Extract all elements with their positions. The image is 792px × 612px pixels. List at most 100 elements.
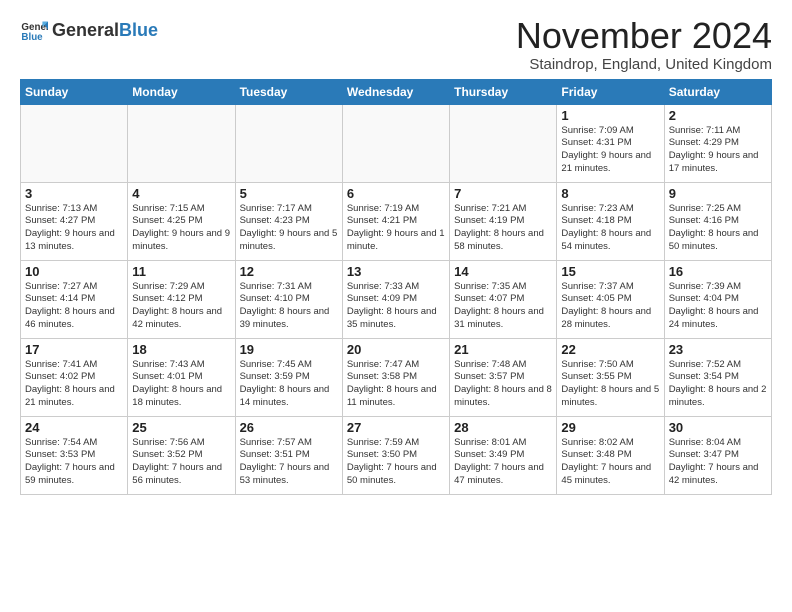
day-number: 17	[25, 342, 123, 357]
table-row: 9Sunrise: 7:25 AM Sunset: 4:16 PM Daylig…	[664, 182, 771, 260]
cell-text: Sunrise: 7:19 AM Sunset: 4:21 PM Dayligh…	[347, 203, 445, 254]
calendar-week-row: 3Sunrise: 7:13 AM Sunset: 4:27 PM Daylig…	[21, 182, 772, 260]
table-row: 16 Sunrise: 7:39 AM Sunset: 4:04 PM Dayli…	[664, 260, 771, 338]
day-number: 3	[25, 186, 123, 201]
calendar-header-row: Sunday Monday Tuesday Wednesday Thursday…	[21, 79, 772, 104]
day-number: 14	[454, 264, 552, 279]
table-row: 18 Sunrise: 7:43 AM Sunset: 4:01 PM Dayli…	[128, 338, 235, 416]
day-number: 7	[454, 186, 552, 201]
cell-text: Sunrise: 7:17 AM Sunset: 4:23 PM Dayligh…	[240, 203, 338, 254]
cell-text: Sunrise: 7:27 AM Sunset: 4:14 PM Dayligh…	[25, 281, 123, 332]
day-number: 26	[240, 420, 338, 435]
table-row: 15 Sunrise: 7:37 AM Sunset: 4:05 PM Dayli…	[557, 260, 664, 338]
day-number: 25	[132, 420, 230, 435]
day-number: 13	[347, 264, 445, 279]
day-number: 20	[347, 342, 445, 357]
day-number: 18	[132, 342, 230, 357]
cell-text: Sunrise: 7:15 AM Sunset: 4:25 PM Dayligh…	[132, 203, 230, 254]
cell-text: Sunrise: 7:31 AM Sunset: 4:10 PM Dayligh…	[240, 281, 338, 332]
day-number: 6	[347, 186, 445, 201]
table-row	[235, 104, 342, 182]
day-number: 24	[25, 420, 123, 435]
col-tuesday: Tuesday	[235, 79, 342, 104]
table-row: 24 Sunrise: 7:54 AM Sunset: 3:53 PM Dayli…	[21, 416, 128, 494]
svg-text:Blue: Blue	[21, 32, 43, 43]
day-number: 5	[240, 186, 338, 201]
day-number: 2	[669, 108, 767, 123]
location: Staindrop, England, United Kingdom	[516, 56, 772, 73]
day-number: 27	[347, 420, 445, 435]
day-number: 12	[240, 264, 338, 279]
cell-text: Sunrise: 7:21 AM Sunset: 4:19 PM Dayligh…	[454, 203, 552, 254]
table-row: 7 Sunrise: 7:21 AM Sunset: 4:19 PM Daylig…	[450, 182, 557, 260]
cell-text: Sunrise: 7:47 AM Sunset: 3:58 PM Dayligh…	[347, 359, 445, 410]
table-row	[450, 104, 557, 182]
cell-text: Sunrise: 7:33 AM Sunset: 4:09 PM Dayligh…	[347, 281, 445, 332]
table-row: 4 Sunrise: 7:15 AM Sunset: 4:25 PM Daylig…	[128, 182, 235, 260]
cell-text: Sunrise: 7:56 AM Sunset: 3:52 PM Dayligh…	[132, 437, 230, 488]
day-number: 22	[561, 342, 659, 357]
table-row	[21, 104, 128, 182]
col-friday: Friday	[557, 79, 664, 104]
day-number: 23	[669, 342, 767, 357]
cell-text: Sunrise: 7:37 AM Sunset: 4:05 PM Dayligh…	[561, 281, 659, 332]
cell-text: Sunrise: 7:59 AM Sunset: 3:50 PM Dayligh…	[347, 437, 445, 488]
calendar: Sunday Monday Tuesday Wednesday Thursday…	[20, 79, 772, 495]
cell-text: Sunrise: 8:01 AM Sunset: 3:49 PM Dayligh…	[454, 437, 552, 488]
cell-text: Sunrise: 7:52 AM Sunset: 3:54 PM Dayligh…	[669, 359, 767, 410]
table-row: 1Sunrise: 7:09 AM Sunset: 4:31 PM Daylig…	[557, 104, 664, 182]
table-row: 12 Sunrise: 7:31 AM Sunset: 4:10 PM Dayli…	[235, 260, 342, 338]
cell-text: Sunrise: 7:39 AM Sunset: 4:04 PM Dayligh…	[669, 281, 767, 332]
col-saturday: Saturday	[664, 79, 771, 104]
month-title: November 2024	[516, 16, 772, 56]
table-row: 17Sunrise: 7:41 AM Sunset: 4:02 PM Dayli…	[21, 338, 128, 416]
day-number: 15	[561, 264, 659, 279]
table-row: 10 Sunrise: 7:27 AM Sunset: 4:14 PM Dayli…	[21, 260, 128, 338]
table-row: 6 Sunrise: 7:19 AM Sunset: 4:21 PM Daylig…	[342, 182, 449, 260]
logo-text-blue: Blue	[119, 20, 158, 41]
col-monday: Monday	[128, 79, 235, 104]
cell-text: Sunrise: 7:35 AM Sunset: 4:07 PM Dayligh…	[454, 281, 552, 332]
day-number: 29	[561, 420, 659, 435]
cell-text: Sunrise: 7:23 AM Sunset: 4:18 PM Dayligh…	[561, 203, 659, 254]
table-row: 3Sunrise: 7:13 AM Sunset: 4:27 PM Daylig…	[21, 182, 128, 260]
table-row: 13 Sunrise: 7:33 AM Sunset: 4:09 PM Dayli…	[342, 260, 449, 338]
page: General Blue GeneralBlue November 2024 S…	[0, 0, 792, 505]
day-number: 9	[669, 186, 767, 201]
col-wednesday: Wednesday	[342, 79, 449, 104]
table-row	[342, 104, 449, 182]
day-number: 28	[454, 420, 552, 435]
day-number: 8	[561, 186, 659, 201]
day-number: 1	[561, 108, 659, 123]
logo-text-general: General	[52, 20, 119, 41]
table-row: 30 Sunrise: 8:04 AM Sunset: 3:47 PM Dayli…	[664, 416, 771, 494]
day-number: 16	[669, 264, 767, 279]
table-row: 26Sunrise: 7:57 AM Sunset: 3:51 PM Dayli…	[235, 416, 342, 494]
table-row: 11 Sunrise: 7:29 AM Sunset: 4:12 PM Dayli…	[128, 260, 235, 338]
calendar-week-row: 10 Sunrise: 7:27 AM Sunset: 4:14 PM Dayli…	[21, 260, 772, 338]
cell-text: Sunrise: 7:11 AM Sunset: 4:29 PM Dayligh…	[669, 125, 767, 176]
calendar-week-row: 17Sunrise: 7:41 AM Sunset: 4:02 PM Dayli…	[21, 338, 772, 416]
table-row	[128, 104, 235, 182]
cell-text: Sunrise: 7:43 AM Sunset: 4:01 PM Dayligh…	[132, 359, 230, 410]
day-number: 19	[240, 342, 338, 357]
logo: General Blue GeneralBlue	[20, 16, 158, 44]
title-block: November 2024 Staindrop, England, United…	[516, 16, 772, 73]
day-number: 21	[454, 342, 552, 357]
day-number: 30	[669, 420, 767, 435]
day-number: 11	[132, 264, 230, 279]
day-number: 10	[25, 264, 123, 279]
header: General Blue GeneralBlue November 2024 S…	[20, 16, 772, 73]
cell-text: Sunrise: 8:04 AM Sunset: 3:47 PM Dayligh…	[669, 437, 767, 488]
table-row: 25 Sunrise: 7:56 AM Sunset: 3:52 PM Dayli…	[128, 416, 235, 494]
table-row: 23 Sunrise: 7:52 AM Sunset: 3:54 PM Dayli…	[664, 338, 771, 416]
calendar-week-row: 1Sunrise: 7:09 AM Sunset: 4:31 PM Daylig…	[21, 104, 772, 182]
day-number: 4	[132, 186, 230, 201]
cell-text: Sunrise: 7:54 AM Sunset: 3:53 PM Dayligh…	[25, 437, 123, 488]
cell-text: Sunrise: 7:45 AM Sunset: 3:59 PM Dayligh…	[240, 359, 338, 410]
col-sunday: Sunday	[21, 79, 128, 104]
calendar-week-row: 24 Sunrise: 7:54 AM Sunset: 3:53 PM Dayli…	[21, 416, 772, 494]
cell-text: Sunrise: 7:29 AM Sunset: 4:12 PM Dayligh…	[132, 281, 230, 332]
cell-text: Sunrise: 8:02 AM Sunset: 3:48 PM Dayligh…	[561, 437, 659, 488]
table-row: 22Sunrise: 7:50 AM Sunset: 3:55 PM Dayli…	[557, 338, 664, 416]
